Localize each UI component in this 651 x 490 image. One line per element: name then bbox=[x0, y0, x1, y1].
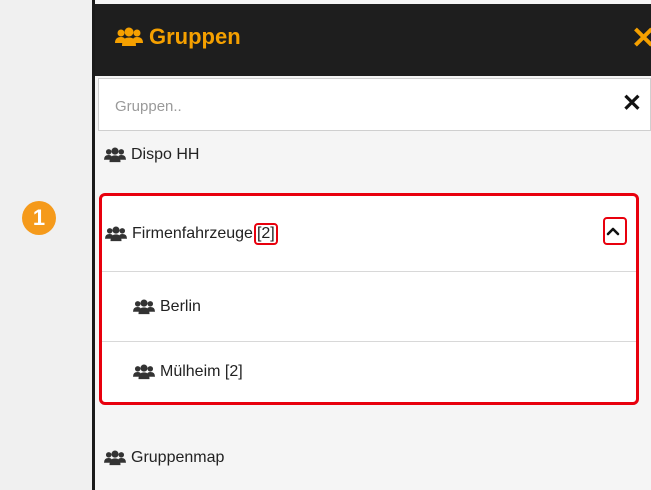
group-item-dispo-hh[interactable]: Dispo HH bbox=[95, 140, 651, 170]
users-icon bbox=[133, 299, 155, 314]
users-icon bbox=[133, 364, 155, 380]
panel-header: Gruppen ✕ bbox=[95, 4, 651, 76]
panel-title: Gruppen bbox=[115, 24, 241, 50]
collapse-toggle-button[interactable] bbox=[603, 217, 627, 245]
groups-panel: Gruppen ✕ ✕ Dispo HH Firme bbox=[95, 0, 651, 490]
group-item-label: Berlin bbox=[160, 297, 201, 315]
group-item-berlin[interactable]: Berlin bbox=[102, 272, 636, 342]
group-search-field: ✕ bbox=[98, 78, 651, 131]
group-item-label: Mülheim [2] bbox=[160, 363, 243, 380]
group-search-input[interactable] bbox=[113, 93, 597, 119]
step-callout-badge: 1 bbox=[22, 201, 56, 235]
users-icon bbox=[105, 226, 127, 241]
group-item-label: Dispo HH bbox=[131, 146, 200, 163]
group-count-badge: [2] bbox=[253, 222, 278, 245]
group-item-label: Gruppenmap bbox=[131, 449, 225, 466]
users-icon bbox=[104, 147, 126, 163]
group-item-firmenfahrzeuge[interactable]: Firmenfahrzeuge [2] bbox=[102, 196, 636, 272]
group-item-muelheim[interactable]: Mülheim [2] bbox=[102, 342, 636, 402]
group-item-gruppenmap[interactable]: Gruppenmap bbox=[95, 444, 651, 472]
group-firmenfahrzeuge-expanded: Firmenfahrzeuge [2] Berlin Mülheim [2] bbox=[99, 193, 639, 405]
users-icon bbox=[115, 27, 143, 46]
users-icon bbox=[104, 450, 126, 466]
panel-title-text: Gruppen bbox=[149, 24, 241, 49]
group-item-label: Firmenfahrzeuge bbox=[132, 224, 253, 242]
search-clear-icon[interactable]: ✕ bbox=[622, 91, 642, 117]
close-icon[interactable]: ✕ bbox=[631, 24, 651, 54]
chevron-up-icon bbox=[606, 227, 619, 236]
